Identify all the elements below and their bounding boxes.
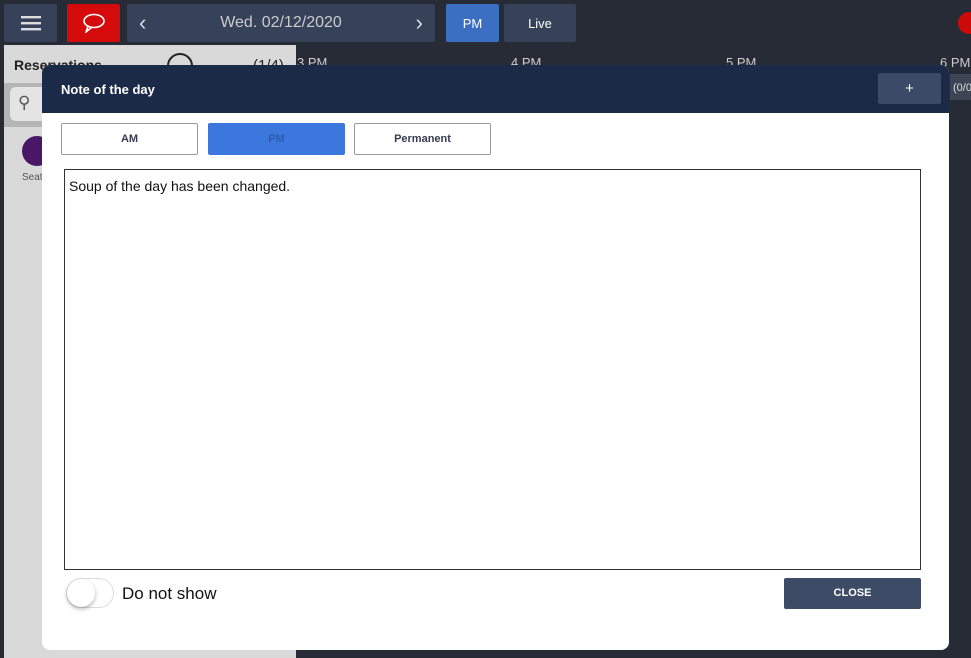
toggle-label: Do not show [122, 584, 217, 603]
chevron-left-icon[interactable]: ‹ [139, 10, 146, 36]
date-label[interactable]: Wed. 02/12/2020 [220, 14, 342, 32]
chat-icon [82, 13, 105, 33]
tab-permanent[interactable]: Permanent [354, 123, 491, 155]
side-count: (0/0 [950, 74, 971, 100]
menu-icon [20, 16, 41, 31]
tab-am[interactable]: AM [61, 123, 198, 155]
dialog-title: Note of the day [61, 82, 155, 97]
dialog-header: Note of the day + [42, 65, 949, 113]
live-button[interactable]: Live [504, 4, 576, 42]
seat-label: Seat [22, 172, 43, 183]
note-textarea[interactable]: Soup of the day has been changed. [64, 169, 921, 570]
pm-button[interactable]: PM [446, 4, 499, 42]
date-navigator: ‹ Wed. 02/12/2020 › [127, 4, 435, 42]
alert-badge[interactable] [958, 12, 971, 34]
chevron-right-icon[interactable]: › [416, 10, 423, 36]
add-note-button[interactable]: + [878, 73, 941, 104]
menu-button[interactable] [4, 4, 57, 42]
do-not-show-toggle[interactable] [66, 578, 114, 608]
search-icon: ⚲ [18, 93, 31, 112]
tab-pm[interactable]: PM [208, 123, 345, 155]
note-of-the-day-dialog: Note of the day + AM PM Permanent Soup o… [42, 65, 949, 650]
close-button[interactable]: CLOSE [784, 578, 921, 609]
note-button[interactable] [67, 4, 120, 42]
